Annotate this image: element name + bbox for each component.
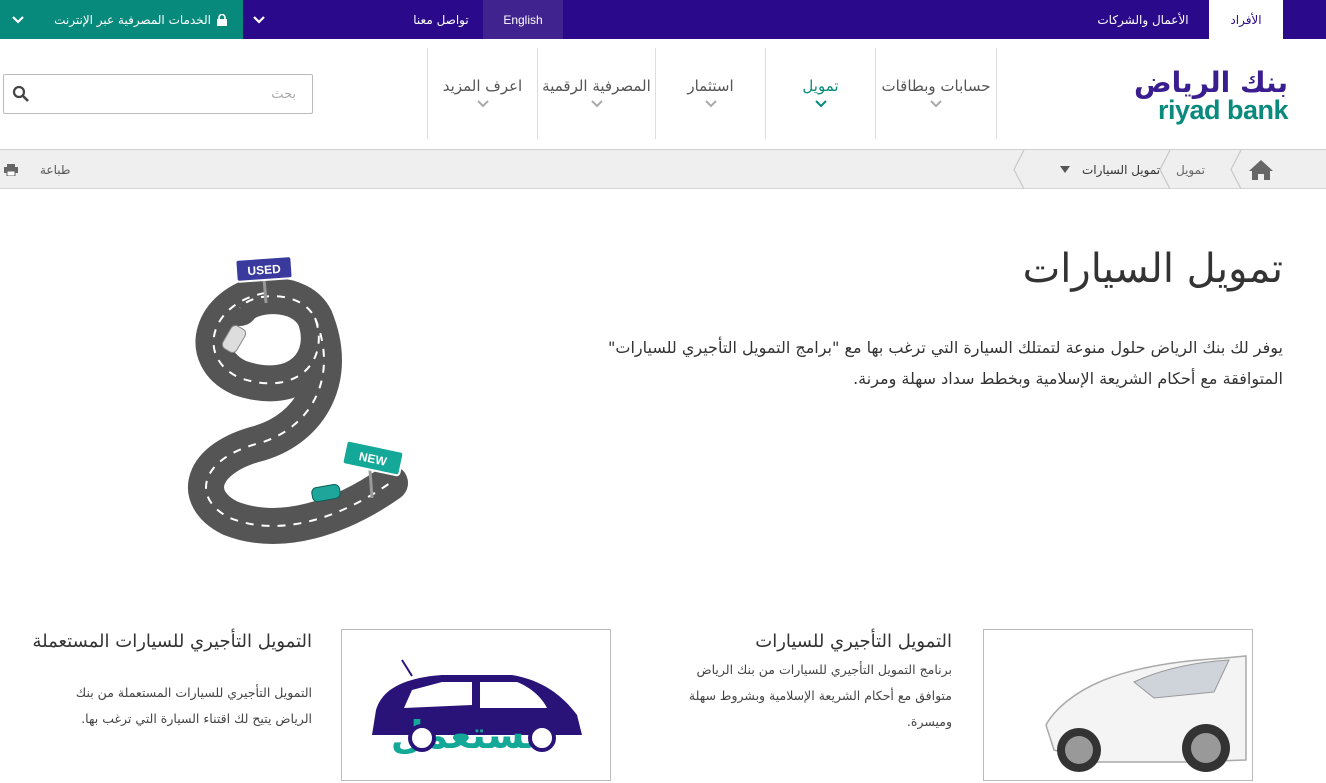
white-car-illustration	[1045, 655, 1247, 772]
used-car-image[interactable]: مستعمل	[341, 629, 611, 781]
chevron-down-icon	[704, 100, 717, 108]
card-title-used-car-lease[interactable]: التمويل التأجيري للسيارات المستعملة	[32, 629, 312, 654]
nav-item-label: استثمار	[687, 77, 734, 95]
breadcrumb: طباعة تمويل تمويل السيارات	[0, 150, 1326, 189]
language-switch-english[interactable]: English	[483, 0, 563, 39]
nav-item-label: حسابات وبطاقات	[881, 77, 991, 95]
card-description-car-lease: برنامج التمويل التأجيري للسيارات من بنك …	[688, 662, 952, 729]
search-icon[interactable]	[12, 85, 30, 103]
chevron-down-icon	[930, 100, 942, 108]
used-sign-text: USED	[247, 262, 282, 278]
nav-item-financing[interactable]: تمويل	[765, 48, 875, 139]
main-header: بنك الرياض riyad bank حسابات وبطاقات تمو…	[0, 39, 1326, 150]
lock-icon	[217, 13, 227, 26]
tab-individuals[interactable]: الأفراد	[1209, 0, 1283, 39]
top-bar: الخدمات المصرفية عبر الإنترنت تواصل معنا…	[0, 0, 1326, 39]
page-title: تمويل السيارات	[1022, 246, 1283, 292]
chevron-down-icon	[12, 15, 24, 24]
tab-business[interactable]: الأعمال والشركات	[1078, 0, 1208, 39]
nav-item-label: تمويل	[802, 77, 839, 95]
home-icon[interactable]	[1248, 159, 1274, 181]
print-button[interactable]: طباعة	[4, 150, 70, 189]
logo-arabic-text: بنك الرياض	[1134, 66, 1289, 99]
search-box	[3, 74, 313, 114]
breadcrumb-label: تمويل السيارات	[1082, 162, 1161, 177]
nav-item-accounts-cards[interactable]: حسابات وبطاقات	[875, 48, 996, 139]
nav-item-investment[interactable]: استثمار	[655, 48, 765, 139]
nav-item-digital-banking[interactable]: المصرفية الرقمية	[537, 48, 655, 139]
nav-item-learn-more[interactable]: اعرف المزيد	[427, 48, 537, 139]
print-label: طباعة	[40, 162, 71, 177]
road-illustration: USED NEW	[188, 255, 408, 544]
breadcrumb-separators	[1013, 150, 1242, 189]
card-description-used-car-lease: التمويل التأجيري للسيارات المستعملة من ب…	[75, 685, 312, 726]
breadcrumb-item-car-financing[interactable]: تمويل السيارات	[1060, 150, 1160, 189]
nav-item-label: اعرف المزيد	[442, 77, 523, 95]
printer-icon	[4, 163, 18, 176]
card-title-car-lease[interactable]: التمويل التأجيري للسيارات	[672, 629, 952, 654]
hero-description: يوفر لك بنك الرياض حلول منوعة لتمتلك الس…	[608, 338, 1283, 388]
breadcrumb-item-financing[interactable]: تمويل	[1176, 150, 1205, 189]
search-input[interactable]	[36, 75, 306, 113]
chevron-down-icon	[590, 100, 603, 108]
online-banking-label: الخدمات المصرفية عبر الإنترنت	[54, 12, 211, 27]
caret-down-icon	[1060, 166, 1070, 173]
chevron-down-icon	[253, 15, 265, 24]
logo-english-text: riyad bank	[1157, 95, 1289, 125]
chevron-down-icon	[814, 100, 827, 108]
riyad-bank-logo[interactable]: بنك الرياض riyad bank	[1108, 66, 1289, 129]
chevron-down-icon	[476, 100, 489, 108]
contact-us-link[interactable]: تواصل معنا	[400, 0, 482, 39]
nav-item-label: المصرفية الرقمية	[542, 77, 651, 95]
car-lease-image[interactable]	[983, 629, 1253, 781]
online-banking-button[interactable]: الخدمات المصرفية عبر الإنترنت	[0, 0, 243, 39]
online-banking-dropdown[interactable]	[243, 0, 275, 39]
used-car-illustration: مستعمل	[372, 659, 582, 757]
